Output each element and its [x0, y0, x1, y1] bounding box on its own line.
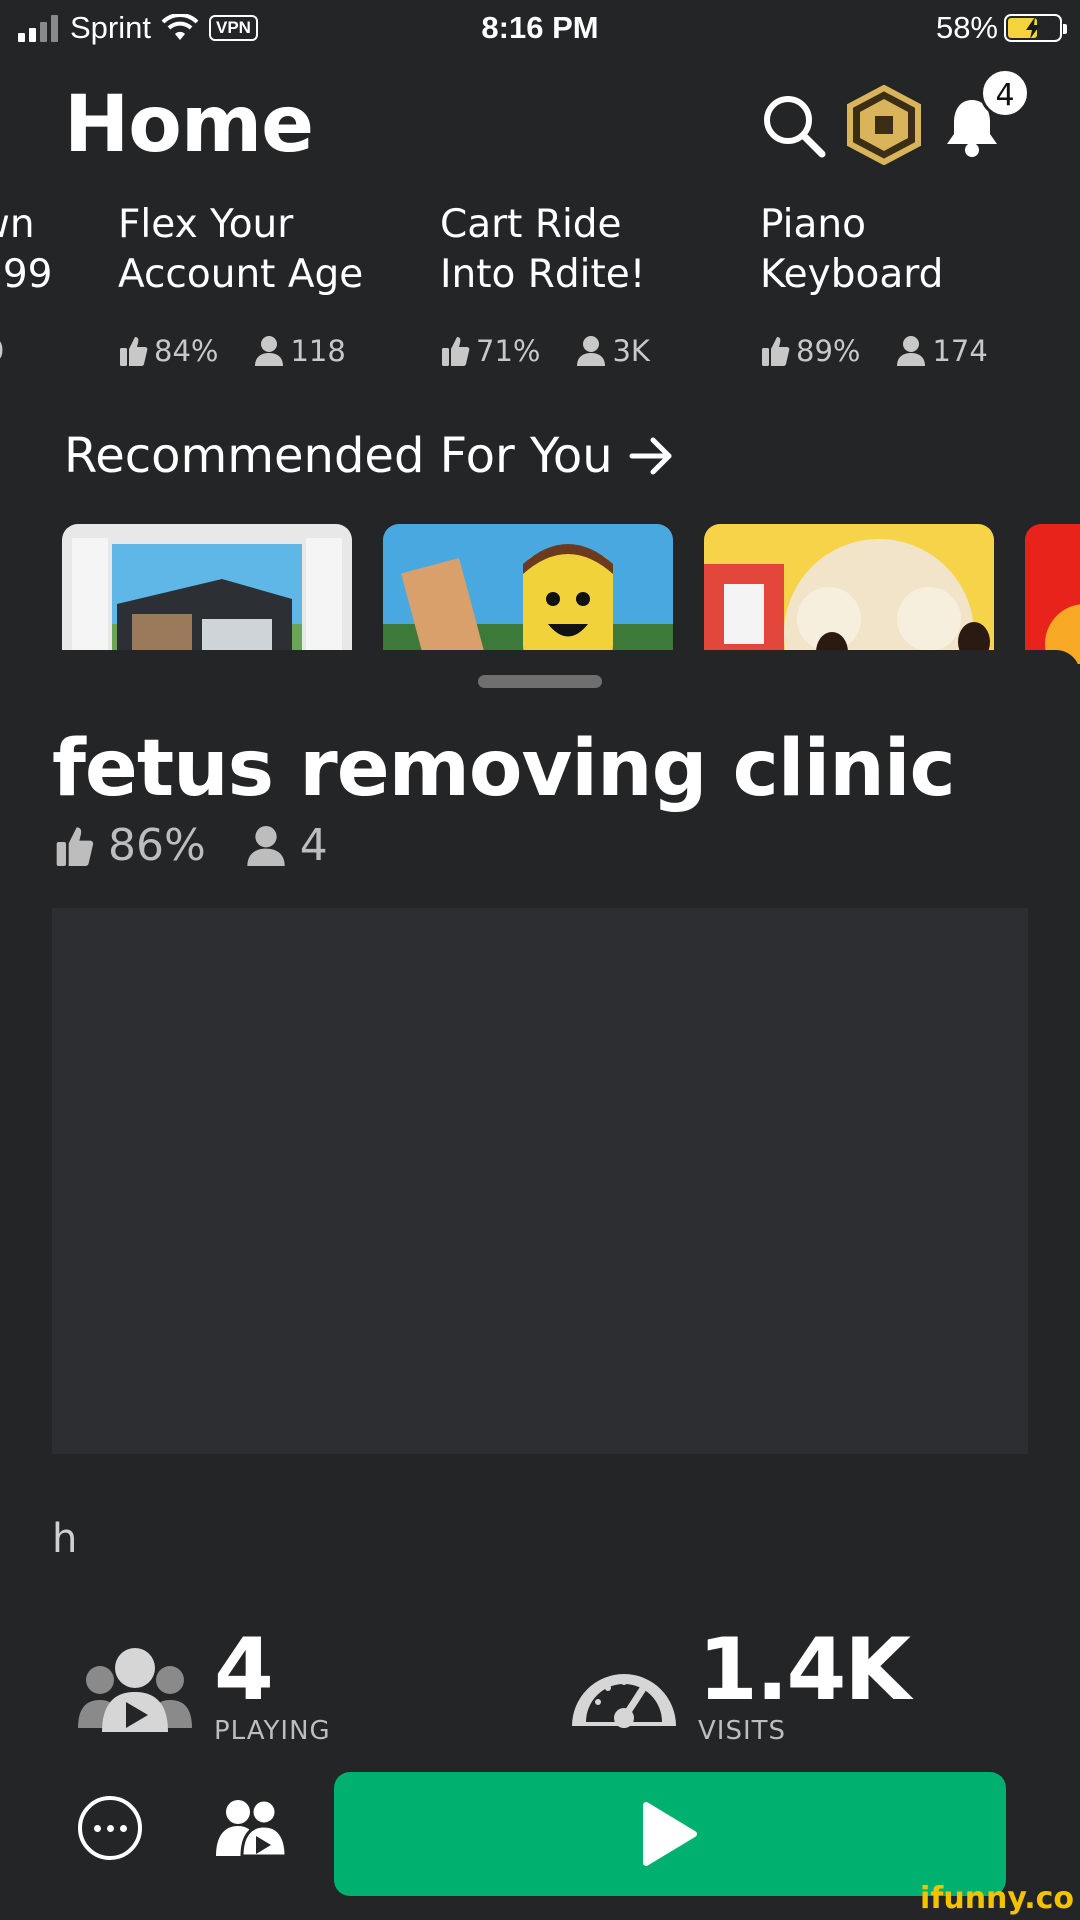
search-icon[interactable]: [760, 92, 828, 160]
speedometer-icon: [572, 1674, 676, 1728]
house-thumbnail-image: [62, 524, 352, 664]
visits-label: VISITS: [698, 1716, 787, 1746]
game-thumbnail[interactable]: [383, 524, 673, 664]
dot-icon: [106, 1824, 114, 1832]
rating-value: 86%: [108, 820, 206, 871]
player-count: 174: [932, 334, 988, 368]
dot-icon: [119, 1824, 127, 1832]
game-title-line1: Flex Your: [118, 202, 294, 247]
avatar-thumbnail-image: [383, 524, 673, 664]
game-stats: 89% 174: [760, 334, 1080, 368]
recommended-header[interactable]: Recommended For You: [64, 428, 675, 484]
rating-stat: 89%: [760, 334, 860, 368]
players-stat: 4: [246, 820, 328, 871]
player-count: 118: [290, 334, 346, 368]
game-carousel[interactable]: wn 999 '9 Flex Your Account Age 84% 118: [0, 200, 1080, 370]
game-title-line2: Into Rdite!: [440, 252, 646, 297]
game-title-line2: Keyboard: [760, 252, 944, 297]
game-thumbnail[interactable]: [1025, 524, 1080, 664]
playing-label: PLAYING: [214, 1716, 331, 1746]
action-bar: [0, 1770, 1080, 1900]
visits-count: 1.4K: [698, 1620, 911, 1720]
watermark: ifunny.co: [920, 1881, 1074, 1916]
game-card[interactable]: wn 999 '9: [0, 200, 88, 368]
rating-stat: 84%: [118, 334, 218, 368]
play-button[interactable]: [334, 1772, 1006, 1896]
game-title-line1: Cart Ride: [440, 202, 622, 247]
robux-icon[interactable]: [846, 85, 922, 165]
thumbs-up-icon: [762, 337, 790, 366]
game-title-line2: 999: [0, 252, 53, 297]
playing-stat: 4 PLAYING: [78, 1620, 331, 1746]
player-count: 3K: [612, 334, 650, 368]
player-icon: [255, 336, 284, 366]
game-card[interactable]: Cart Ride Into Rdite! 71% 3K: [440, 200, 760, 368]
game-stats: 84% 118: [118, 334, 438, 368]
player-icon: [247, 825, 285, 866]
rating-stat: 86%: [54, 820, 206, 871]
thumbs-up-icon: [120, 337, 148, 366]
game-detail-stats: 86% 4: [54, 820, 368, 871]
players-stat: 3K: [576, 334, 650, 368]
game-title-line1: wn: [0, 202, 35, 247]
game-thumbnail-image: [1025, 524, 1080, 664]
rating-stat: 71%: [440, 334, 540, 368]
player-icon: [897, 336, 926, 366]
playing-count: 4: [214, 1620, 274, 1720]
game-detail-title: fetus removing clinic: [52, 724, 956, 814]
play-icon: [643, 1802, 697, 1866]
status-bar: Sprint VPN 8:16 PM 58%: [0, 0, 1080, 56]
players-stat: 174: [896, 334, 988, 368]
players-group-icon: [78, 1648, 192, 1732]
page-title: Home: [64, 80, 314, 170]
game-card[interactable]: Piano Keyboard 89% 174: [760, 200, 1080, 368]
game-media-placeholder[interactable]: [52, 908, 1028, 1454]
notification-count-badge: 4: [980, 68, 1030, 118]
players-stat: 118: [254, 334, 346, 368]
game-stats: '9: [0, 334, 88, 368]
rating-value: 89%: [796, 334, 861, 368]
game-card[interactable]: Flex Your Account Age 84% 118: [118, 200, 438, 368]
game-title-line1: Piano: [760, 202, 866, 247]
thumbs-up-icon: [442, 337, 470, 366]
playing-text: 4 PLAYING: [214, 1620, 331, 1746]
game-thumbnail[interactable]: [704, 524, 994, 664]
visits-text: 1.4K VISITS: [698, 1620, 911, 1746]
sheet-drag-handle[interactable]: [478, 675, 602, 688]
visits-stat: 1.4K VISITS: [568, 1620, 911, 1746]
battery-icon: [1004, 14, 1067, 42]
player-icon: [577, 336, 606, 366]
roblox-home-screen: Sprint VPN 8:16 PM 58% Home 4 n 99 Flex …: [0, 0, 1080, 1920]
recommended-thumbnails: [0, 524, 1080, 664]
game-player-count: '9: [0, 334, 4, 368]
arrow-right-icon: [629, 437, 672, 475]
game-stats: 71% 3K: [440, 334, 760, 368]
game-big-stats: 4 PLAYING 1.4K VISITS: [0, 1627, 1080, 1746]
clock: 8:16 PM: [481, 10, 599, 45]
thumbs-up-icon: [56, 826, 94, 866]
dot-icon: [93, 1824, 101, 1832]
status-right: 58%: [935, 8, 1067, 48]
rating-value: 71%: [476, 334, 541, 368]
pet-thumbnail-image: [704, 524, 994, 664]
game-detail-sheet: fetus removing clinic 86% 4 h 4 PLAYING …: [0, 650, 1080, 1920]
recommended-title: Recommended For You: [64, 428, 613, 484]
charging-bolt-icon: [1026, 17, 1040, 39]
battery-percentage: 58%: [935, 10, 998, 45]
rating-value: 84%: [154, 334, 219, 368]
player-count: 4: [299, 820, 328, 871]
more-options-button[interactable]: [78, 1796, 142, 1860]
game-description: h: [52, 1516, 78, 1562]
game-title-line2: Account Age: [118, 252, 364, 297]
game-thumbnail[interactable]: [62, 524, 352, 664]
play-with-friends-icon[interactable]: [216, 1798, 286, 1860]
